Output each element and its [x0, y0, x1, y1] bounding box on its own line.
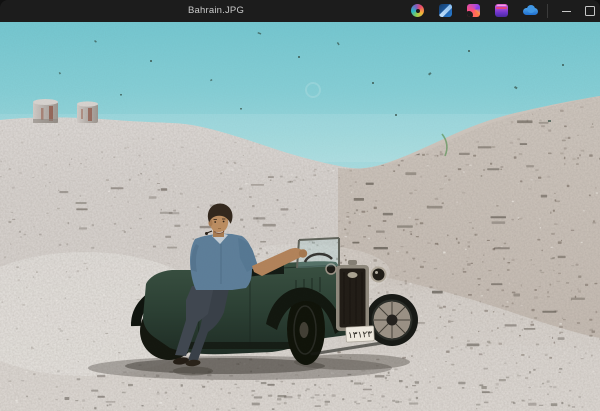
onedrive-icon[interactable] [523, 4, 539, 17]
photos-app-window: Bahrain.JPG [0, 0, 600, 411]
designer-icon[interactable] [495, 4, 508, 17]
titlebar-icons [411, 4, 554, 17]
maximize-icon [585, 6, 595, 16]
photo-viewer: ١٣١٢٣ [0, 22, 600, 411]
minimize-button[interactable] [554, 0, 578, 22]
photos-app-icon[interactable] [411, 4, 424, 17]
minimize-icon [562, 11, 571, 12]
edit-image-icon[interactable] [439, 4, 452, 17]
titlebar-separator [547, 4, 548, 18]
titlebar: Bahrain.JPG [0, 0, 600, 22]
maximize-button[interactable] [578, 0, 600, 22]
photo-bahrain: ١٣١٢٣ [0, 22, 600, 411]
window-title: Bahrain.JPG [188, 5, 244, 16]
clipchamp-icon[interactable] [467, 4, 480, 17]
